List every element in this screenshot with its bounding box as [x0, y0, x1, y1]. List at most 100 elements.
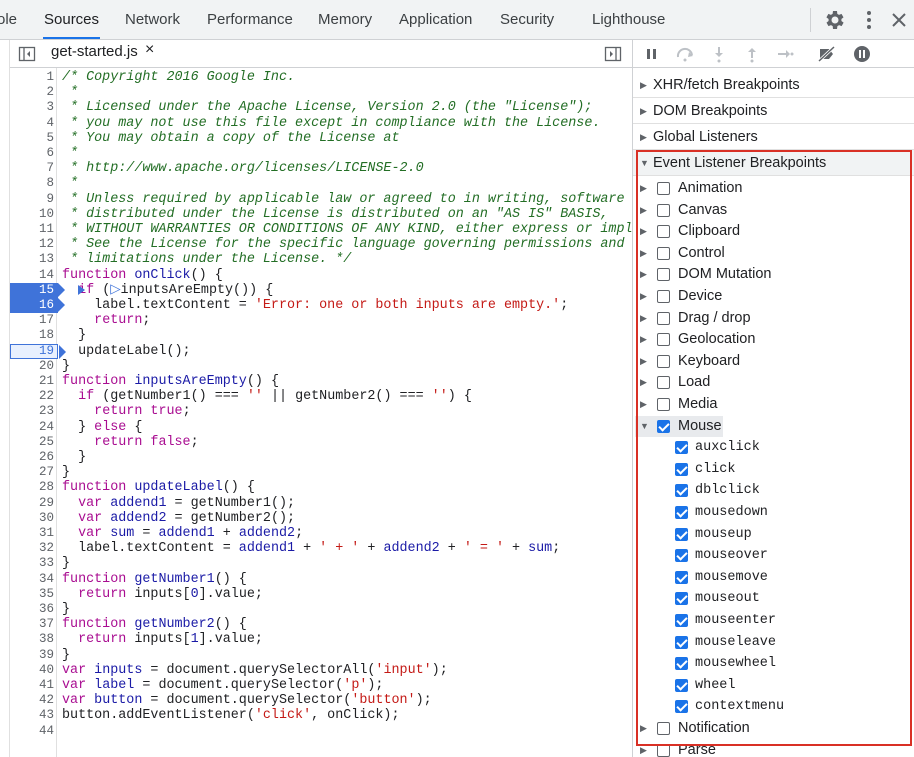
expand-arrow-icon[interactable]: ▶: [640, 308, 647, 330]
checkbox[interactable]: [657, 398, 670, 411]
expand-arrow-icon[interactable]: ▶: [640, 243, 647, 265]
event-dblclick[interactable]: dblclick: [635, 480, 913, 502]
category-clipboard[interactable]: ▶ Clipboard: [635, 221, 913, 243]
checkbox[interactable]: [675, 635, 688, 649]
line-number[interactable]: 20: [10, 359, 54, 374]
checkbox[interactable]: [657, 225, 670, 239]
line-number[interactable]: 10: [10, 207, 54, 222]
expand-arrow-icon[interactable]: ▶: [640, 178, 647, 200]
checkbox[interactable]: [675, 462, 688, 476]
checkbox[interactable]: [675, 614, 688, 627]
checkbox[interactable]: [657, 333, 670, 347]
checkbox[interactable]: [657, 203, 670, 217]
line-number[interactable]: 27: [10, 465, 54, 480]
event-mousemove[interactable]: mousemove: [635, 567, 913, 589]
close-file-icon[interactable]: ×: [145, 41, 154, 59]
event-mouseout[interactable]: mouseout: [635, 588, 913, 610]
expand-arrow-icon[interactable]: ▶: [640, 394, 647, 416]
checkbox[interactable]: [675, 657, 688, 671]
category-animation[interactable]: ▶ Animation: [635, 178, 913, 200]
event-mousewheel[interactable]: mousewheel: [635, 653, 913, 675]
line-number[interactable]: 30: [10, 511, 54, 526]
step-over-icon[interactable]: [675, 44, 695, 64]
line-number[interactable]: 44: [10, 724, 54, 739]
tab-sources[interactable]: Sources: [43, 0, 101, 39]
event-mouseover[interactable]: mouseover: [635, 545, 913, 567]
line-number[interactable]: 24: [10, 420, 54, 435]
more-vert-icon[interactable]: [857, 8, 881, 32]
line-number[interactable]: 41: [10, 678, 54, 693]
checkbox[interactable]: [675, 527, 688, 541]
expand-arrow-icon[interactable]: ▶: [640, 200, 647, 222]
line-number[interactable]: 26: [10, 450, 54, 465]
line-number[interactable]: 6: [10, 146, 54, 161]
line-gutter[interactable]: 1 2 3 4 5 6 7 8 9 10 11 12 13 14 15 16 17 18 19 20 21 22 23 24 2…: [10, 68, 66, 757]
line-number[interactable]: 22: [10, 389, 54, 404]
code-editor[interactable]: 1 2 3 4 5 6 7 8 9 10 11 12 13 14 15 16 17 18 19 20 21 22 23 24 2…: [10, 68, 632, 757]
line-number[interactable]: 23: [10, 404, 54, 419]
line-number[interactable]: 8: [10, 176, 54, 191]
checkbox[interactable]: [657, 419, 670, 433]
line-number[interactable]: 2: [10, 85, 54, 100]
line-number[interactable]: 16: [10, 298, 54, 313]
event-mouseenter[interactable]: mouseenter: [635, 610, 913, 632]
checkbox[interactable]: [675, 592, 688, 606]
checkbox[interactable]: [657, 268, 670, 282]
event-contextmenu[interactable]: contextmenu: [635, 696, 913, 718]
line-number[interactable]: 3: [10, 100, 54, 115]
line-number[interactable]: 37: [10, 617, 54, 632]
line-number[interactable]: 43: [10, 708, 54, 723]
checkbox[interactable]: [675, 700, 688, 714]
checkbox[interactable]: [657, 182, 670, 195]
expand-arrow-icon[interactable]: ▶: [640, 718, 647, 740]
section-event-listener-breakpoints[interactable]: ▼ Event Listener Breakpoints: [633, 150, 914, 176]
category-media[interactable]: ▶ Media: [635, 394, 913, 416]
line-number[interactable]: 18: [10, 328, 54, 343]
category-drag-drop[interactable]: ▶ Drag / drop: [635, 308, 913, 330]
line-number[interactable]: 25: [10, 435, 54, 450]
line-number[interactable]: 5: [10, 131, 54, 146]
checkbox[interactable]: [675, 441, 688, 455]
tab-memory[interactable]: Memory: [318, 0, 372, 40]
line-number[interactable]: 17: [10, 313, 54, 328]
file-tab[interactable]: get-started.js: [50, 40, 138, 68]
event-auxclick[interactable]: auxclick: [635, 437, 913, 459]
line-number[interactable]: 42: [10, 693, 54, 708]
toggle-debugger-icon[interactable]: [604, 45, 622, 63]
checkbox[interactable]: [657, 290, 670, 303]
checkbox[interactable]: [657, 246, 670, 260]
line-number[interactable]: 35: [10, 587, 54, 602]
event-click[interactable]: click: [635, 459, 913, 481]
pause-icon[interactable]: [642, 44, 662, 64]
line-number[interactable]: 9: [10, 192, 54, 207]
checkbox[interactable]: [657, 376, 670, 390]
event-mouseleave[interactable]: mouseleave: [635, 632, 913, 654]
line-number[interactable]: 34: [10, 572, 54, 587]
step-out-icon[interactable]: [742, 44, 762, 64]
expand-arrow-icon[interactable]: ▶: [640, 286, 647, 308]
line-number[interactable]: 31: [10, 526, 54, 541]
line-number[interactable]: 11: [10, 222, 54, 237]
line-number[interactable]: 39: [10, 648, 54, 663]
category-device[interactable]: ▶ Device: [635, 286, 913, 308]
event-mouseup[interactable]: mouseup: [635, 524, 913, 546]
line-number[interactable]: 7: [10, 161, 54, 176]
line-number[interactable]: 38: [10, 632, 54, 647]
expand-arrow-icon[interactable]: ▶: [640, 351, 647, 373]
category-keyboard[interactable]: ▶ Keyboard: [635, 351, 913, 373]
checkbox[interactable]: [675, 549, 688, 563]
tab-application[interactable]: Application: [399, 0, 472, 40]
checkbox[interactable]: [657, 311, 670, 325]
tab-security[interactable]: Security: [500, 0, 554, 40]
checkbox[interactable]: [657, 354, 670, 368]
step-into-icon[interactable]: [709, 44, 729, 64]
category-mouse[interactable]: ▼ Mouse: [635, 415, 913, 438]
section-global-listeners[interactable]: ▶ Global Listeners: [633, 124, 914, 150]
category-geolocation[interactable]: ▶ Geolocation: [635, 329, 913, 351]
collapse-arrow-icon[interactable]: ▼: [640, 416, 649, 438]
checkbox[interactable]: [675, 678, 688, 692]
event-mousedown[interactable]: mousedown: [635, 502, 913, 524]
checkbox[interactable]: [657, 743, 670, 757]
checkbox[interactable]: [675, 506, 688, 519]
close-devtools-icon[interactable]: [887, 8, 911, 32]
